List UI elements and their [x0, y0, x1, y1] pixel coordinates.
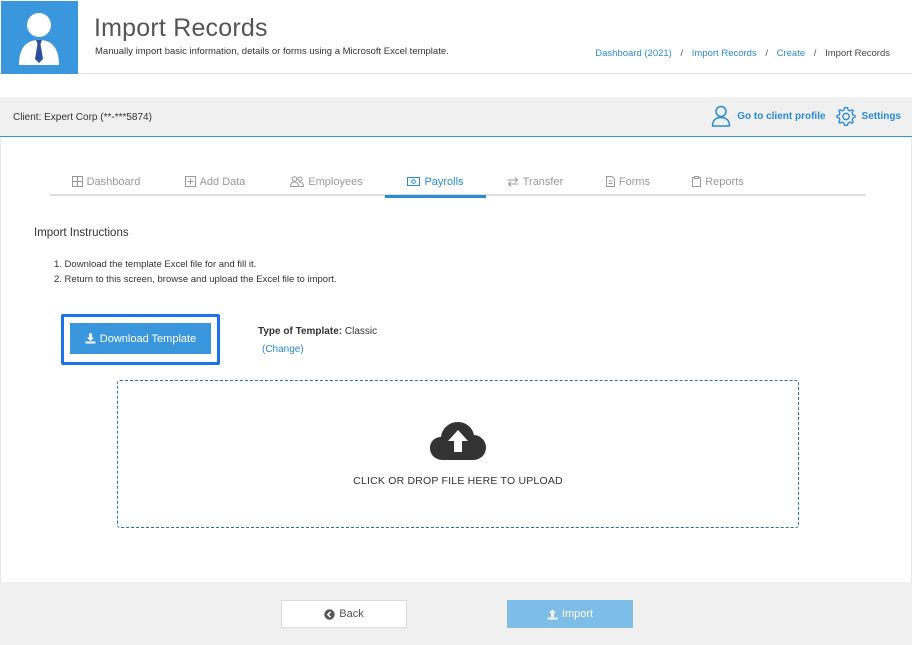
dropzone-text: CLICK OR DROP FILE HERE TO UPLOAD: [353, 475, 563, 487]
breadcrumb-import-records[interactable]: Import Records: [692, 48, 757, 59]
tab-label: Add Data: [199, 175, 246, 188]
user-outline-icon: [711, 105, 731, 127]
page-title: Import Records: [94, 14, 268, 42]
go-to-client-profile-label: Go to client profile: [737, 110, 826, 122]
download-icon: [85, 333, 96, 344]
client-actions: Go to client profile Settings: [711, 105, 901, 127]
users-icon: [290, 176, 305, 187]
arrow-circle-left-icon: [324, 608, 335, 620]
tab-forms[interactable]: Forms: [584, 167, 672, 196]
breadcrumb-create[interactable]: Create: [777, 48, 806, 59]
page-header: Import Records Manually import basic inf…: [0, 0, 912, 74]
tab-transfer[interactable]: Transfer: [486, 167, 584, 196]
file-upload-dropzone[interactable]: CLICK OR DROP FILE HERE TO UPLOAD: [117, 380, 799, 528]
import-button[interactable]: Import: [507, 600, 633, 628]
settings-link[interactable]: Settings: [835, 106, 901, 126]
template-type-value: Classic: [344, 326, 378, 337]
clipboard-icon: [692, 176, 702, 187]
cloud-upload-icon: [430, 422, 486, 460]
download-template-label: Download Template: [99, 332, 197, 345]
client-label: Client: Expert Corp (**-***5874): [13, 112, 152, 123]
client-bar: Client: Expert Corp (**-***5874) Go to c…: [0, 97, 912, 137]
instruction-step: 2. Return to this screen, browse and upl…: [54, 274, 337, 285]
tab-label: Reports: [705, 175, 744, 188]
upload-icon: [547, 609, 558, 619]
exchange-icon: [507, 176, 519, 187]
plus-square-icon: [184, 176, 196, 187]
user-avatar-icon: [19, 13, 59, 65]
tab-add-data[interactable]: Add Data: [162, 167, 268, 196]
tab-employees[interactable]: Employees: [268, 167, 385, 196]
import-instructions-title: Import Instructions: [34, 227, 129, 239]
breadcrumb-separator: /: [765, 48, 768, 59]
download-template-button[interactable]: Download Template: [70, 323, 211, 354]
back-button[interactable]: Back: [281, 600, 407, 628]
tab-payrolls[interactable]: Payrolls: [385, 167, 486, 198]
money-icon: [407, 177, 421, 186]
grid-icon: [71, 176, 83, 187]
main-content: Dashboard Add Data Employees Payrolls Tr…: [0, 138, 912, 582]
import-instructions-list: 1. Download the template Excel file for …: [54, 257, 337, 287]
tab-bar: Dashboard Add Data Employees Payrolls Tr…: [50, 167, 866, 198]
tab-label: Dashboard: [86, 175, 141, 188]
import-label: Import: [561, 608, 594, 620]
go-to-client-profile-link[interactable]: Go to client profile: [711, 105, 826, 127]
tab-label: Transfer: [522, 175, 564, 188]
instruction-step: 1. Download the template Excel file for …: [54, 259, 257, 270]
tab-reports[interactable]: Reports: [672, 167, 764, 196]
file-icon: [605, 176, 615, 187]
change-template-link[interactable]: (Change): [262, 344, 304, 355]
template-type: Type of Template: Classic: [258, 326, 377, 337]
breadcrumb: Dashboard (2021) / Import Records / Crea…: [595, 48, 890, 59]
breadcrumb-separator: /: [813, 48, 817, 59]
tab-label: Payrolls: [424, 175, 464, 188]
avatar: [1, 1, 78, 74]
footer-actions: Back Import: [0, 582, 912, 645]
settings-label: Settings: [861, 110, 901, 122]
breadcrumb-separator: /: [680, 48, 684, 59]
breadcrumb-current: Import Records: [825, 48, 890, 59]
gear-icon: [835, 106, 856, 126]
back-label: Back: [339, 608, 364, 620]
tab-label: Forms: [618, 175, 651, 188]
template-type-label: Type of Template:: [258, 326, 343, 337]
tab-dashboard[interactable]: Dashboard: [50, 167, 162, 196]
download-template-highlight: Download Template: [61, 314, 220, 365]
page-subtitle: Manually import basic information, detai…: [95, 46, 449, 57]
tab-label: Employees: [308, 175, 363, 188]
breadcrumb-dashboard[interactable]: Dashboard (2021): [595, 48, 672, 59]
